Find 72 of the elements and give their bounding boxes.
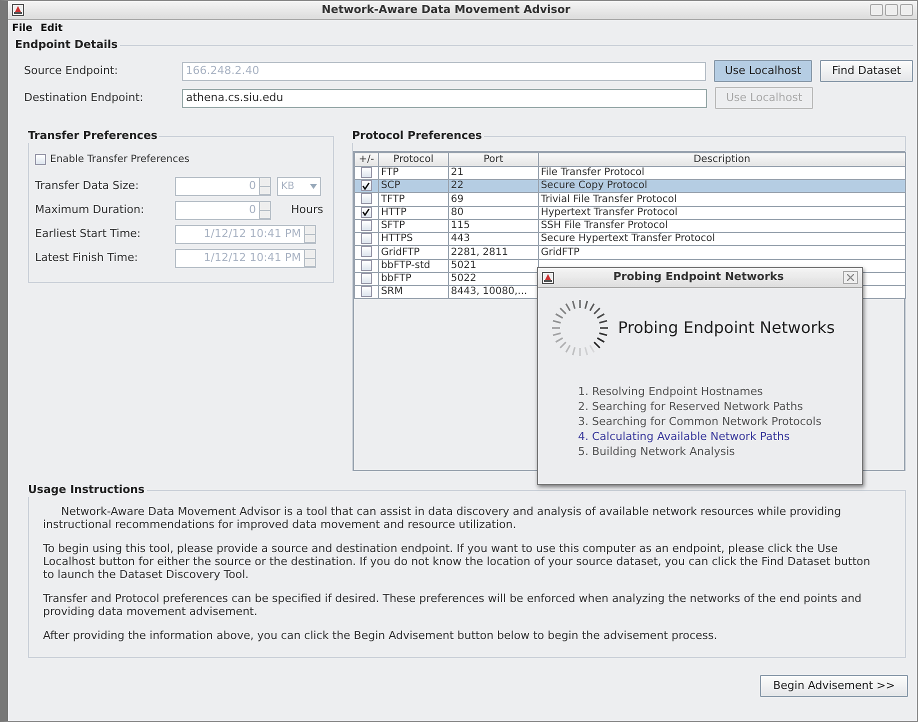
checkbox[interactable]: [360, 220, 372, 231]
checkbox[interactable]: [360, 246, 372, 258]
checkbox[interactable]: [360, 272, 372, 284]
field-label: Latest Finish Time:: [35, 250, 139, 266]
table-cell: TFTP: [378, 192, 448, 206]
section-title: Endpoint Details: [13, 38, 120, 52]
step-text: 3. Searching for Common Network Protocols: [578, 414, 822, 429]
table-cell: bbFTP: [378, 272, 448, 286]
window-title: Network-Aware Data Movement Advisor: [320, 2, 572, 18]
dialog-heading: Probing Endpoint Networks: [618, 317, 835, 339]
checkbox[interactable]: Enable Transfer Preferences: [35, 152, 333, 167]
table-cell: 443: [448, 232, 538, 246]
column-header[interactable]: +/-: [354, 152, 378, 166]
caret-icon: [310, 184, 317, 189]
field-label: Source Endpoint:: [24, 62, 119, 79]
checkbox[interactable]: [360, 206, 372, 218]
column-header[interactable]: Description: [538, 152, 906, 166]
table-cell: 80: [448, 206, 538, 220]
spinner-icon: [550, 298, 610, 358]
table-cell: GridFTP: [378, 246, 448, 260]
table-cell: bbFTP-std: [378, 259, 448, 272]
paragraph: To begin using this tool, please provide a source and destination endpoint. If you want to use this computer as an endpoint, please click the Use Localhost button for either the source or the destination. If you do not know the location of your source dataset, you can click the Find Dataset button to launch the Dataset Discovery Tool.: [43, 542, 872, 581]
maximize-button[interactable]: [885, 4, 898, 16]
paragraph: After providing the information above, you can click the Begin Advisement button below to begin the advisement process.: [43, 629, 718, 642]
checkbox[interactable]: [360, 193, 372, 204]
field-label: Maximum Duration:: [35, 202, 146, 218]
paragraph: Network-Aware Data Movement Advisor is a tool that can assist in data discovery and analysis of available network resources while providing instructional recommendations for improved data movement and resource utilization.: [43, 505, 842, 531]
table-cell: Hypertext Transfer Protocol: [538, 206, 906, 220]
checkbox[interactable]: [360, 180, 372, 192]
checkbox[interactable]: [360, 260, 372, 271]
app-icon: [542, 272, 554, 284]
table-cell: 69: [448, 192, 538, 206]
column-header[interactable]: Port: [448, 152, 538, 166]
table-cell: SCP: [378, 180, 448, 193]
table-cell: HTTP: [378, 206, 448, 220]
close-button[interactable]: [843, 271, 858, 284]
menu-item[interactable]: File: [12, 21, 32, 36]
close-button[interactable]: [900, 4, 913, 16]
step-text: 2. Searching for Reserved Network Paths: [578, 399, 804, 414]
step-text: 4. Calculating Available Network Paths: [578, 429, 791, 444]
table-cell: 115: [448, 219, 538, 233]
section-title: Transfer Preferences: [26, 129, 160, 143]
table-cell: HTTPS: [378, 232, 448, 246]
table-cell: Secure Hypertext Transfer Protocol: [538, 232, 906, 246]
field-label: Destination Endpoint:: [24, 90, 144, 106]
table-cell: SRM: [378, 286, 448, 299]
section-title: Protocol Preferences: [350, 129, 484, 143]
section-title: Usage Instructions: [26, 483, 147, 497]
table-cell: Secure Copy Protocol: [538, 180, 906, 193]
begin-advisement-button[interactable]: Begin Advisement >>: [760, 675, 908, 697]
column-header[interactable]: Protocol: [378, 152, 448, 166]
field-label: Earliest Start Time:: [35, 226, 142, 242]
table-cell: SFTP: [378, 219, 448, 233]
table-cell: GridFTP: [538, 246, 906, 260]
table-cell: Trivial File Transfer Protocol: [538, 192, 906, 206]
dialog-title: Probing Endpoint Networks: [612, 269, 785, 286]
minimize-button[interactable]: [870, 4, 883, 16]
step-text: 1. Resolving Endpoint Hostnames: [578, 384, 764, 399]
close-icon: [847, 274, 854, 281]
table-cell: 22: [448, 180, 538, 193]
field-label: Transfer Data Size:: [35, 178, 140, 194]
unit-label: Hours: [291, 202, 324, 218]
checkbox[interactable]: [360, 286, 372, 298]
table-cell: 2281, 2811: [448, 246, 538, 260]
app-icon: [12, 4, 24, 16]
menu-item[interactable]: Edit: [40, 21, 63, 36]
checkbox[interactable]: [360, 167, 372, 178]
step-text: 5. Building Network Analysis: [578, 444, 736, 459]
input-field[interactable]: athena.cs.siu.edu: [182, 88, 707, 108]
checkbox[interactable]: [360, 233, 372, 244]
table-cell: SSH File Transfer Protocol: [538, 219, 906, 233]
paragraph: Transfer and Protocol preferences can be specified if desired. These preferences will be enforced when analyzing the networks of the end points and providing data movement advisement.: [43, 592, 863, 618]
